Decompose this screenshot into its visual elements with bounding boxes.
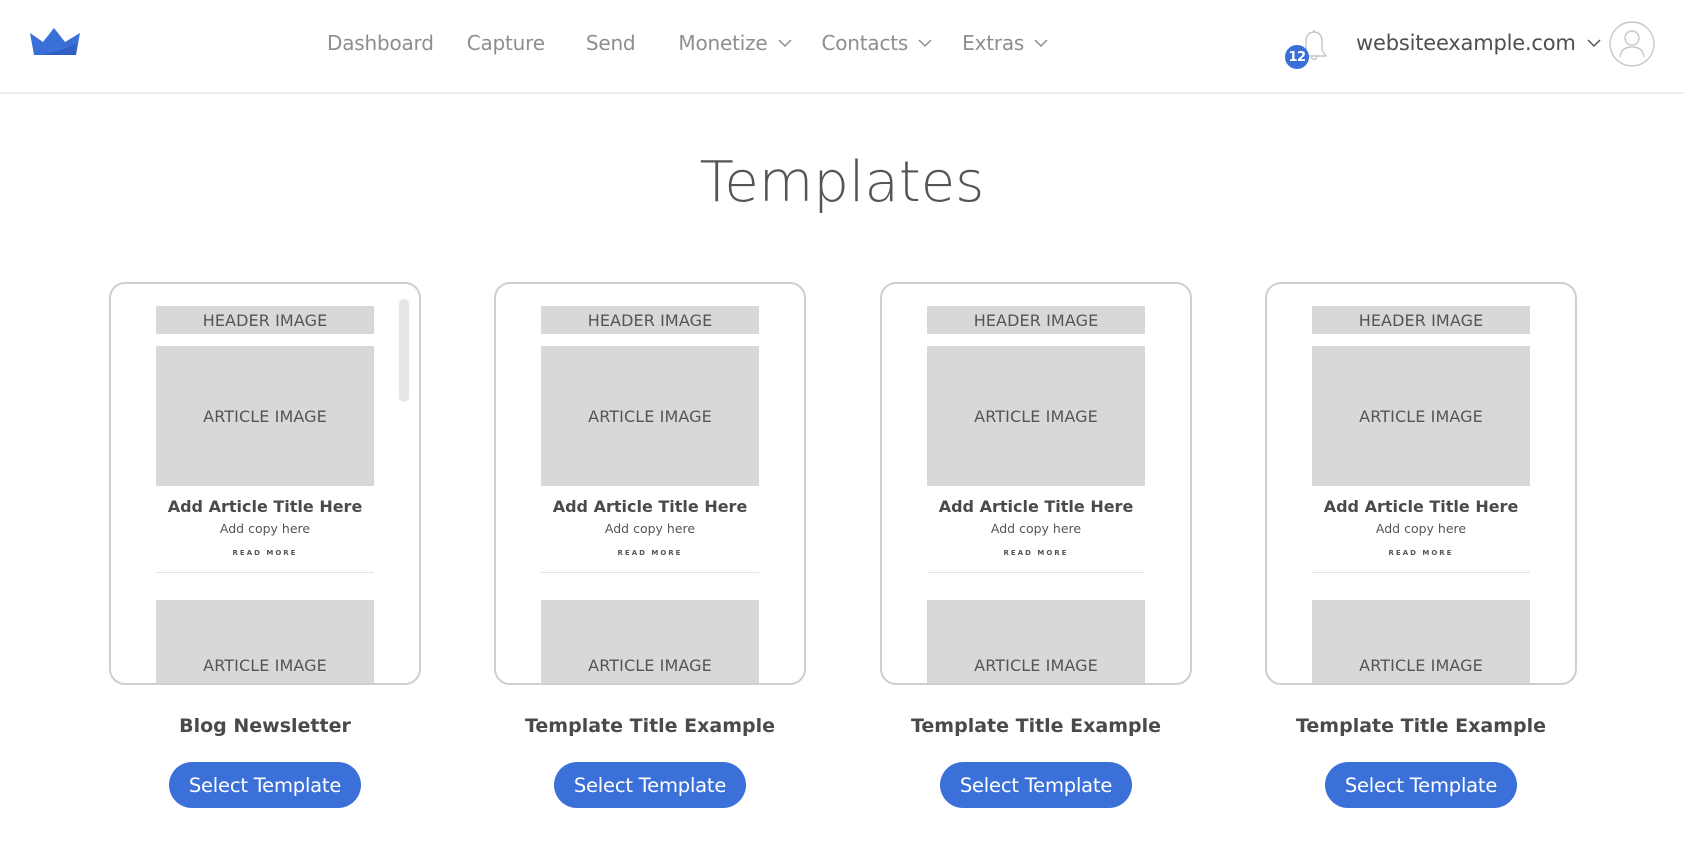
article-image-placeholder: ARTICLE IMAGE: [541, 346, 759, 486]
select-template-button[interactable]: Select Template: [554, 762, 746, 808]
template-card: HEADER IMAGE ARTICLE IMAGE Add Article T…: [109, 282, 421, 808]
read-more-link: READ MORE: [232, 549, 298, 557]
template-card: HEADER IMAGE ARTICLE IMAGE Add Article T…: [494, 282, 806, 808]
nav-item-dashboard[interactable]: Dashboard: [327, 31, 434, 55]
chevron-down-icon: [777, 38, 792, 47]
template-name: Template Title Example: [524, 715, 776, 737]
nav-item-extras[interactable]: Extras: [962, 31, 1048, 55]
template-name: Template Title Example: [910, 715, 1162, 737]
nav-label: Contacts: [821, 31, 909, 55]
read-more-link: READ MORE: [617, 549, 683, 557]
divider: [156, 572, 374, 573]
template-preview[interactable]: HEADER IMAGE ARTICLE IMAGE Add Article T…: [494, 282, 806, 685]
nav-label: Send: [585, 31, 636, 55]
account-dropdown[interactable]: websiteexample.com: [1356, 27, 1601, 59]
header-image-placeholder: HEADER IMAGE: [541, 306, 759, 334]
nav-item-monetize[interactable]: Monetize: [678, 31, 792, 55]
notification-count-badge: 12: [1285, 45, 1309, 69]
main-nav: Dashboard Capture Send Monetize Contacts…: [327, 27, 1048, 59]
read-more-link: READ MORE: [1388, 549, 1454, 557]
top-navigation-bar: Dashboard Capture Send Monetize Contacts…: [0, 0, 1684, 94]
read-more-link: READ MORE: [1003, 549, 1069, 557]
article-image-placeholder: ARTICLE IMAGE: [541, 600, 759, 683]
header-image-placeholder: HEADER IMAGE: [156, 306, 374, 334]
nav-item-capture[interactable]: Capture: [467, 31, 545, 55]
article-copy: Add copy here: [604, 521, 696, 536]
template-preview[interactable]: HEADER IMAGE ARTICLE IMAGE Add Article T…: [109, 282, 421, 685]
chevron-down-icon: [1587, 38, 1601, 47]
article-title: Add Article Title Here: [552, 497, 748, 516]
select-template-button[interactable]: Select Template: [1325, 762, 1517, 808]
user-avatar-icon[interactable]: [1609, 21, 1655, 67]
crown-icon[interactable]: [30, 28, 80, 56]
select-template-button[interactable]: Select Template: [940, 762, 1132, 808]
nav-label: Capture: [466, 31, 545, 55]
article-title: Add Article Title Here: [938, 497, 1134, 516]
chevron-down-icon: [1034, 38, 1048, 47]
article-title: Add Article Title Here: [1323, 497, 1519, 516]
preview-scrollbar[interactable]: [399, 299, 409, 402]
nav-item-contacts[interactable]: Contacts: [822, 31, 933, 55]
select-template-button[interactable]: Select Template: [169, 762, 361, 808]
chevron-down-icon: [918, 38, 932, 47]
notifications-button[interactable]: 12: [1285, 26, 1335, 70]
page-title: Templates: [699, 150, 985, 215]
divider: [927, 572, 1145, 573]
nav-label: Monetize: [678, 31, 768, 55]
nav-item-send[interactable]: Send: [586, 31, 636, 55]
article-image-placeholder: ARTICLE IMAGE: [1312, 600, 1530, 683]
nav-label: Dashboard: [327, 31, 434, 55]
article-image-placeholder: ARTICLE IMAGE: [156, 600, 374, 683]
article-copy: Add copy here: [1375, 521, 1467, 536]
template-name: Template Title Example: [1295, 715, 1547, 737]
article-copy: Add copy here: [219, 521, 311, 536]
divider: [1312, 572, 1530, 573]
account-label: websiteexample.com: [1356, 31, 1576, 55]
article-image-placeholder: ARTICLE IMAGE: [156, 346, 374, 486]
nav-label: Extras: [962, 31, 1025, 55]
template-card: HEADER IMAGE ARTICLE IMAGE Add Article T…: [880, 282, 1192, 808]
header-image-placeholder: HEADER IMAGE: [1312, 306, 1530, 334]
article-title: Add Article Title Here: [167, 497, 363, 516]
article-image-placeholder: ARTICLE IMAGE: [927, 600, 1145, 683]
article-image-placeholder: ARTICLE IMAGE: [927, 346, 1145, 486]
template-preview[interactable]: HEADER IMAGE ARTICLE IMAGE Add Article T…: [1265, 282, 1577, 685]
template-name: Blog Newsletter: [179, 715, 351, 737]
template-preview[interactable]: HEADER IMAGE ARTICLE IMAGE Add Article T…: [880, 282, 1192, 685]
header-image-placeholder: HEADER IMAGE: [927, 306, 1145, 334]
divider: [541, 572, 759, 573]
article-copy: Add copy here: [990, 521, 1082, 536]
article-image-placeholder: ARTICLE IMAGE: [1312, 346, 1530, 486]
template-card: HEADER IMAGE ARTICLE IMAGE Add Article T…: [1265, 282, 1577, 808]
